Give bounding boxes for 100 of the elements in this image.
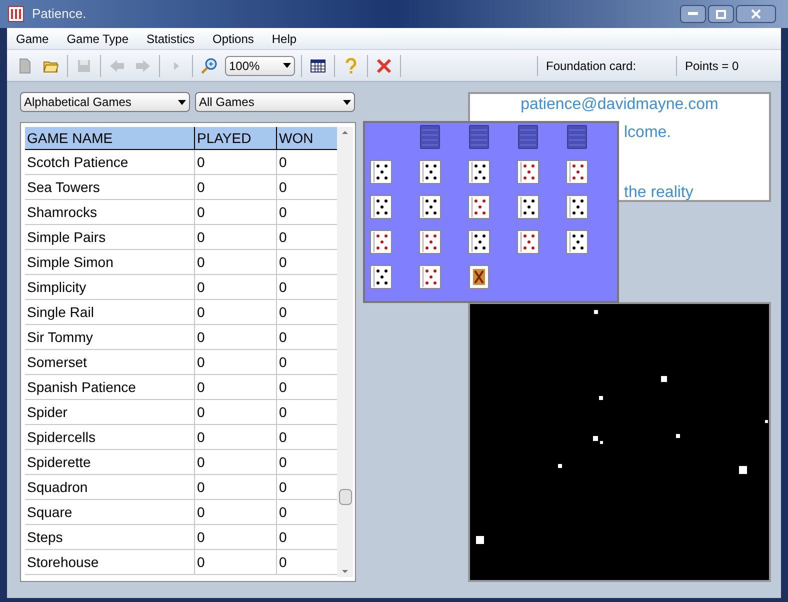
table-cell: 0 <box>195 350 277 374</box>
playing-card-icon <box>468 195 490 219</box>
info-text: patience@davidmayne.com <box>520 96 718 114</box>
cross-icon[interactable] <box>376 58 392 74</box>
menu-item[interactable]: Game <box>16 30 49 48</box>
table-cell: 0 <box>195 150 277 174</box>
playing-card-icon <box>566 160 588 184</box>
table-cell-text: 0 <box>278 402 288 422</box>
column-header[interactable]: PLAYED <box>195 127 277 149</box>
close-icon <box>751 9 761 19</box>
table-cell: 0 <box>195 200 277 224</box>
playing-card-icon <box>370 230 392 254</box>
window-title: Patience. <box>32 5 86 24</box>
filter-dropdown[interactable]: All Games <box>195 92 355 112</box>
table-cell: 0 <box>195 225 277 249</box>
column-header[interactable]: GAME NAME <box>25 127 195 149</box>
table-cell: Sir Tommy <box>25 325 195 349</box>
table-cell: Spiderette <box>25 450 195 474</box>
table-cell-text: 0 <box>278 478 288 496</box>
playing-card-icon <box>566 230 588 254</box>
table-cell-text: 0 <box>278 202 288 222</box>
table-cell-text: 0 <box>278 352 288 372</box>
menu-item[interactable]: Help <box>272 30 297 48</box>
filter-dropdown[interactable]: Alphabetical Games <box>20 92 190 112</box>
table-cell: Simple Simon <box>25 250 195 274</box>
playing-card-icon <box>468 160 490 184</box>
table-cell: 0 <box>195 175 277 199</box>
table-cell-text: 0 <box>278 328 288 346</box>
table-cell-text: 0 <box>278 252 288 272</box>
maximize-button[interactable] <box>708 5 734 23</box>
close-button[interactable] <box>736 5 776 23</box>
table-cell: 0 <box>195 550 277 574</box>
playing-card-icon <box>370 195 392 219</box>
table-cell: Storehouse <box>25 550 195 574</box>
dropdown-arrow-icon <box>178 100 186 104</box>
table-cell: 0 <box>195 450 277 474</box>
table-cell: Spidercells <box>25 425 195 449</box>
scrollbar[interactable] <box>337 127 353 577</box>
minimize-button[interactable] <box>680 5 706 23</box>
table-cell: 0 <box>195 275 277 299</box>
card-back-icon <box>469 125 489 149</box>
table-cell: Spanish Patience <box>25 375 195 399</box>
maximize-icon <box>716 10 726 18</box>
table-cell: Scotch Patience <box>25 150 195 174</box>
table-cell-text: 0 <box>278 452 288 472</box>
dropdown-arrow-icon <box>283 63 291 68</box>
playing-card-icon <box>566 195 588 219</box>
table-cell: Squadron <box>25 475 195 499</box>
menu-item[interactable]: Game Type <box>66 30 128 48</box>
table-cell-text: 0 <box>278 152 288 172</box>
minimize-icon <box>688 12 698 16</box>
cards-app-icon <box>8 6 24 22</box>
playing-card-icon <box>419 230 441 254</box>
card-back-icon <box>420 125 440 149</box>
playing-card-icon <box>468 230 490 254</box>
table-cell: Simplicity <box>25 275 195 299</box>
question-mark-icon[interactable] <box>343 58 359 74</box>
table-cell-text: 0 <box>278 552 288 572</box>
table-cell-text: 0 <box>278 428 288 446</box>
table-cell: 0 <box>195 400 277 424</box>
table-cell: 0 <box>195 375 277 399</box>
points-label: Points = 0 <box>684 58 740 74</box>
table-cell: 0 <box>195 425 277 449</box>
scroll-thumb[interactable] <box>338 489 352 505</box>
table-cell: 0 <box>195 475 277 499</box>
foundation-card-label: Foundation card: <box>545 58 638 74</box>
info-text: lcome. <box>624 124 672 142</box>
table-cell: 0 <box>195 525 277 549</box>
table-cell: Shamrocks <box>25 200 195 224</box>
column-header[interactable]: WON <box>277 127 335 149</box>
table-cell: Single Rail <box>25 300 195 324</box>
table-cell-text: 0 <box>278 378 288 396</box>
table-cell-text: 0 <box>278 528 288 546</box>
table-cell: 0 <box>195 325 277 349</box>
playing-card-icon <box>517 195 539 219</box>
info-text: the reality <box>624 184 694 200</box>
table-cell: 0 <box>195 500 277 524</box>
playing-card-icon <box>419 160 441 184</box>
magnifier-icon[interactable] <box>201 58 217 74</box>
zoom-dropdown[interactable]: 100% <box>225 56 295 76</box>
table-cell-text: 0 <box>278 178 288 196</box>
table-cell: Somerset <box>25 350 195 374</box>
table-cell: Simple Pairs <box>25 225 195 249</box>
table-cell: 0 <box>195 300 277 324</box>
playing-card-icon <box>370 265 392 289</box>
new-document-icon[interactable] <box>17 58 33 74</box>
playing-card-icon <box>370 160 392 184</box>
menu-item[interactable]: Options <box>212 30 254 48</box>
dropdown-arrow-icon <box>343 100 351 104</box>
card-back-icon <box>518 125 538 149</box>
table-cell-text: 0 <box>278 228 288 246</box>
playing-card-icon <box>419 195 441 219</box>
table-cell: Sea Towers <box>25 175 195 199</box>
table-cell: Spider <box>25 400 195 424</box>
menu-item[interactable]: Statistics <box>146 30 195 48</box>
table-cell-text: 0 <box>278 278 288 296</box>
table-cell: 0 <box>195 250 277 274</box>
card-back-icon <box>567 125 587 149</box>
table-cell-text: 0 <box>278 302 288 322</box>
table-icon[interactable] <box>310 58 326 74</box>
